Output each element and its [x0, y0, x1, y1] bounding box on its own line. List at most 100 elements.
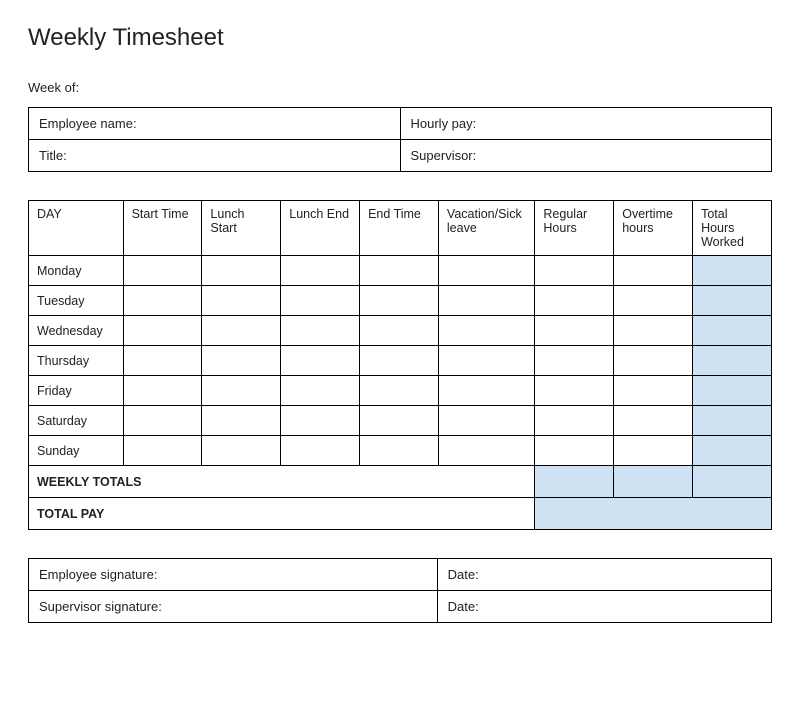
- supervisor-date-cell[interactable]: Date:: [437, 591, 771, 623]
- tue-vacation-sick[interactable]: [438, 286, 535, 316]
- day-label-thursday: Thursday: [29, 346, 124, 376]
- fri-lunch-end[interactable]: [281, 376, 360, 406]
- fri-end-time[interactable]: [360, 376, 439, 406]
- signature-table: Employee signature: Date: Supervisor sig…: [28, 558, 772, 623]
- mon-lunch-end[interactable]: [281, 256, 360, 286]
- wed-lunch-start[interactable]: [202, 316, 281, 346]
- weekly-totals-label: WEEKLY TOTALS: [29, 466, 535, 498]
- mon-regular-hours[interactable]: [535, 256, 614, 286]
- header-total-hours: Total Hours Worked: [693, 201, 772, 256]
- sun-vacation-sick[interactable]: [438, 436, 535, 466]
- header-row: DAY Start Time Lunch Start Lunch End End…: [29, 201, 772, 256]
- sun-lunch-start[interactable]: [202, 436, 281, 466]
- sat-start-time[interactable]: [123, 406, 202, 436]
- tue-overtime-hours[interactable]: [614, 286, 693, 316]
- sat-vacation-sick[interactable]: [438, 406, 535, 436]
- total-pay-label: TOTAL PAY: [29, 498, 535, 530]
- day-label-friday: Friday: [29, 376, 124, 406]
- tue-end-time[interactable]: [360, 286, 439, 316]
- info-row-1: Employee name: Hourly pay:: [29, 108, 772, 140]
- row-saturday: Saturday: [29, 406, 772, 436]
- fri-vacation-sick[interactable]: [438, 376, 535, 406]
- day-label-wednesday: Wednesday: [29, 316, 124, 346]
- row-sunday: Sunday: [29, 436, 772, 466]
- row-tuesday: Tuesday: [29, 286, 772, 316]
- sat-overtime-hours[interactable]: [614, 406, 693, 436]
- sun-total-hours: [693, 436, 772, 466]
- wed-lunch-end[interactable]: [281, 316, 360, 346]
- day-label-saturday: Saturday: [29, 406, 124, 436]
- sun-end-time[interactable]: [360, 436, 439, 466]
- thu-end-time[interactable]: [360, 346, 439, 376]
- employee-info-table: Employee name: Hourly pay: Title: Superv…: [28, 107, 772, 172]
- wed-end-time[interactable]: [360, 316, 439, 346]
- fri-start-time[interactable]: [123, 376, 202, 406]
- header-start-time: Start Time: [123, 201, 202, 256]
- week-of-label: Week of:: [28, 80, 772, 95]
- total-pay-value: [535, 498, 772, 530]
- supervisor-signature-cell[interactable]: Supervisor signature:: [29, 591, 438, 623]
- sig-row-supervisor: Supervisor signature: Date:: [29, 591, 772, 623]
- tue-lunch-end[interactable]: [281, 286, 360, 316]
- timesheet-table: DAY Start Time Lunch Start Lunch End End…: [28, 200, 772, 530]
- day-label-tuesday: Tuesday: [29, 286, 124, 316]
- row-weekly-totals: WEEKLY TOTALS: [29, 466, 772, 498]
- row-total-pay: TOTAL PAY: [29, 498, 772, 530]
- mon-overtime-hours[interactable]: [614, 256, 693, 286]
- row-friday: Friday: [29, 376, 772, 406]
- thu-start-time[interactable]: [123, 346, 202, 376]
- weekly-total-overtime: [614, 466, 693, 498]
- sat-lunch-end[interactable]: [281, 406, 360, 436]
- sat-total-hours: [693, 406, 772, 436]
- header-regular-hours: Regular Hours: [535, 201, 614, 256]
- tue-lunch-start[interactable]: [202, 286, 281, 316]
- thu-regular-hours[interactable]: [535, 346, 614, 376]
- sat-lunch-start[interactable]: [202, 406, 281, 436]
- tue-total-hours: [693, 286, 772, 316]
- mon-lunch-start[interactable]: [202, 256, 281, 286]
- header-vacation-sick: Vacation/Sick leave: [438, 201, 535, 256]
- mon-vacation-sick[interactable]: [438, 256, 535, 286]
- mon-start-time[interactable]: [123, 256, 202, 286]
- wed-start-time[interactable]: [123, 316, 202, 346]
- fri-overtime-hours[interactable]: [614, 376, 693, 406]
- header-end-time: End Time: [360, 201, 439, 256]
- tue-start-time[interactable]: [123, 286, 202, 316]
- thu-total-hours: [693, 346, 772, 376]
- sun-start-time[interactable]: [123, 436, 202, 466]
- tue-regular-hours[interactable]: [535, 286, 614, 316]
- row-thursday: Thursday: [29, 346, 772, 376]
- wed-regular-hours[interactable]: [535, 316, 614, 346]
- info-row-2: Title: Supervisor:: [29, 140, 772, 172]
- thu-lunch-start[interactable]: [202, 346, 281, 376]
- fri-regular-hours[interactable]: [535, 376, 614, 406]
- title-cell[interactable]: Title:: [29, 140, 401, 172]
- header-lunch-start: Lunch Start: [202, 201, 281, 256]
- thu-overtime-hours[interactable]: [614, 346, 693, 376]
- sun-regular-hours[interactable]: [535, 436, 614, 466]
- sun-lunch-end[interactable]: [281, 436, 360, 466]
- weekly-total-regular: [535, 466, 614, 498]
- header-overtime-hours: Overtime hours: [614, 201, 693, 256]
- thu-vacation-sick[interactable]: [438, 346, 535, 376]
- sun-overtime-hours[interactable]: [614, 436, 693, 466]
- supervisor-cell[interactable]: Supervisor:: [400, 140, 772, 172]
- sig-row-employee: Employee signature: Date:: [29, 559, 772, 591]
- sat-regular-hours[interactable]: [535, 406, 614, 436]
- header-day: DAY: [29, 201, 124, 256]
- employee-date-cell[interactable]: Date:: [437, 559, 771, 591]
- mon-total-hours: [693, 256, 772, 286]
- mon-end-time[interactable]: [360, 256, 439, 286]
- weekly-total-hours: [693, 466, 772, 498]
- row-wednesday: Wednesday: [29, 316, 772, 346]
- employee-signature-cell[interactable]: Employee signature:: [29, 559, 438, 591]
- hourly-pay-cell[interactable]: Hourly pay:: [400, 108, 772, 140]
- wed-vacation-sick[interactable]: [438, 316, 535, 346]
- fri-lunch-start[interactable]: [202, 376, 281, 406]
- thu-lunch-end[interactable]: [281, 346, 360, 376]
- page-title: Weekly Timesheet: [28, 24, 772, 52]
- employee-name-cell[interactable]: Employee name:: [29, 108, 401, 140]
- day-label-monday: Monday: [29, 256, 124, 286]
- sat-end-time[interactable]: [360, 406, 439, 436]
- wed-overtime-hours[interactable]: [614, 316, 693, 346]
